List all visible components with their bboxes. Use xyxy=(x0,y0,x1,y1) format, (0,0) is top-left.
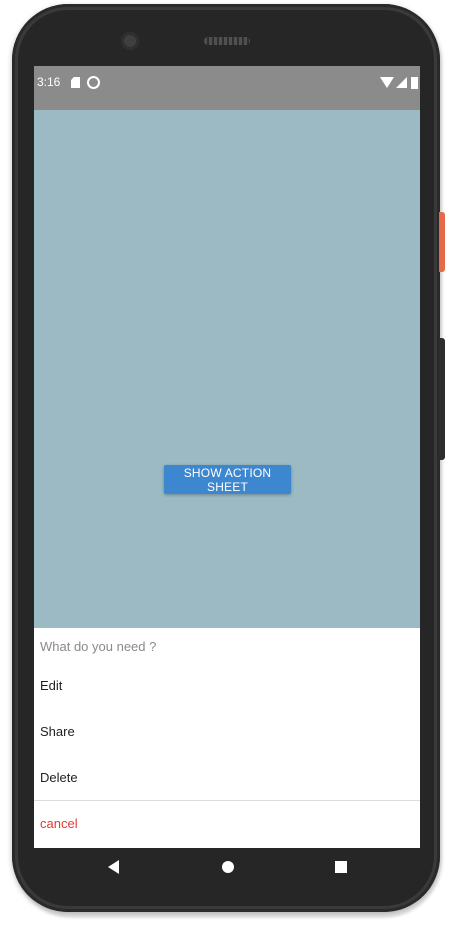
action-item-label: Delete xyxy=(40,770,78,785)
sd-card-icon xyxy=(71,77,80,88)
action-item-label: Share xyxy=(40,724,75,739)
action-sheet-divider xyxy=(34,800,420,801)
home-icon[interactable] xyxy=(222,861,234,873)
action-cancel-button[interactable]: cancel xyxy=(34,804,420,844)
earpiece-speaker xyxy=(204,37,250,45)
show-action-sheet-button[interactable]: SHOW ACTION SHEET xyxy=(164,465,291,494)
status-time: 3:16 xyxy=(37,75,61,89)
cancel-label: cancel xyxy=(40,816,78,831)
action-sheet: What do you need ? Edit Share Delete can… xyxy=(34,628,420,848)
action-item-edit[interactable]: Edit xyxy=(34,666,420,706)
wifi-icon xyxy=(380,77,394,88)
recents-icon[interactable] xyxy=(335,861,347,873)
main-content: SHOW ACTION SHEET xyxy=(34,110,420,628)
front-camera-icon xyxy=(121,32,139,50)
action-sheet-title: What do you need ? xyxy=(40,639,157,654)
back-icon[interactable] xyxy=(108,860,119,874)
status-bar: 3:16 xyxy=(34,66,420,110)
device-screen: 3:16 SHOW ACTION SHEET What do you need … xyxy=(34,66,420,848)
volume-button[interactable] xyxy=(439,338,445,460)
action-item-share[interactable]: Share xyxy=(34,712,420,752)
navigation-bar xyxy=(34,848,420,886)
sync-icon xyxy=(87,76,100,89)
action-item-label: Edit xyxy=(40,678,63,693)
battery-icon xyxy=(411,77,418,89)
signal-icon xyxy=(396,77,407,88)
action-item-delete[interactable]: Delete xyxy=(34,758,420,798)
power-button[interactable] xyxy=(439,212,445,272)
